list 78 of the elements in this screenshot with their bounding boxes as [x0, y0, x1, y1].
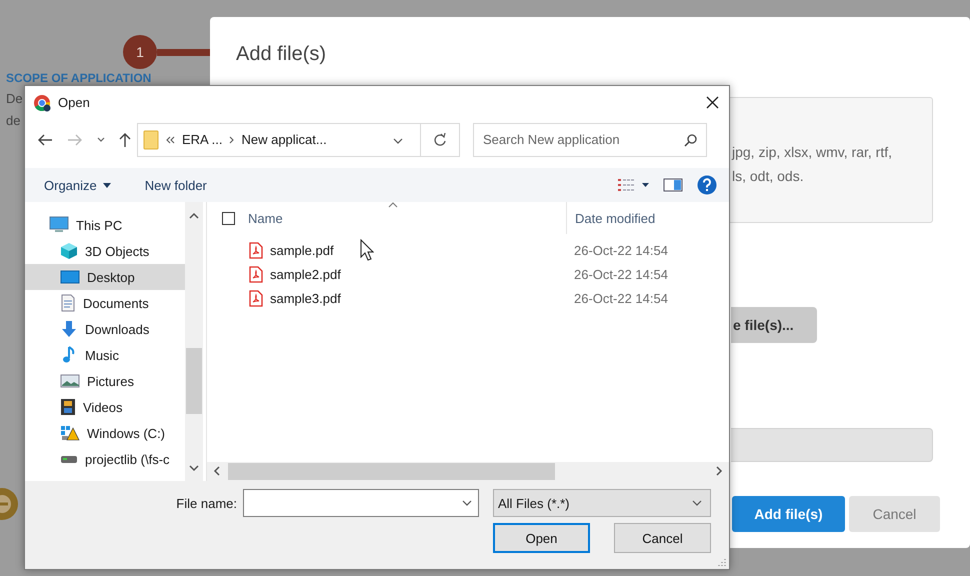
file-row[interactable]: sample2.pdf 26-Oct-22 14:54 [207, 262, 729, 286]
body-text: De [6, 91, 23, 107]
nav-item[interactable]: This PC [25, 212, 185, 238]
chevron-down-icon[interactable] [97, 137, 105, 142]
help-icon[interactable] [697, 175, 717, 195]
double-chevron-icon [166, 136, 175, 144]
body-text: de [6, 113, 20, 129]
file-row[interactable]: sample3.pdf 26-Oct-22 14:54 [207, 286, 729, 310]
file-type-dropdown[interactable]: All Files (*.*) [493, 489, 711, 517]
chevron-right-icon [229, 136, 234, 144]
file-row[interactable]: sample.pdf 26-Oct-22 14:54 [207, 238, 729, 262]
breadcrumb-item[interactable]: New applicat... [241, 132, 327, 147]
nav-item[interactable]: Documents [25, 290, 185, 316]
modal-title: Add file(s) [235, 42, 328, 67]
view-options-icon[interactable] [617, 178, 649, 192]
dropdown-chevron-icon [393, 138, 403, 144]
file-date: 26-Oct-22 14:54 [573, 290, 669, 306]
pdf-file-icon [249, 290, 263, 306]
column-header[interactable]: Date modified [575, 210, 656, 226]
step-badge: 1 [123, 35, 157, 69]
section-title: SCOPE OF APPLICATION [6, 71, 152, 85]
add-files-button[interactable]: Add file(s) [732, 496, 845, 532]
column-header[interactable]: Name [248, 210, 283, 226]
scrollbar[interactable] [207, 462, 729, 481]
nav-item[interactable]: 3D Objects [25, 238, 185, 264]
sort-caret-icon [388, 202, 398, 208]
file-date: 26-Oct-22 14:54 [573, 242, 669, 258]
file-name: sample3.pdf [270, 290, 341, 306]
breadcrumb-item[interactable]: ERA ... [182, 132, 222, 147]
resize-grip-icon[interactable] [718, 558, 727, 567]
refresh-icon[interactable] [433, 132, 447, 146]
network-drive-icon [60, 454, 78, 464]
pdf-file-icon [249, 266, 263, 282]
new-folder-button[interactable]: New folder [144, 178, 207, 192]
address-bar[interactable]: ERA ... New applicat... [137, 122, 460, 156]
nav-item[interactable]: Videos [25, 394, 185, 420]
desktop-icon [60, 269, 80, 285]
back-arrow-icon[interactable] [37, 134, 53, 146]
nav-item[interactable]: Music [25, 342, 185, 368]
field-label: File name: [175, 496, 237, 510]
nav-item[interactable]: projectlib (\fs-c [25, 446, 185, 472]
search-field[interactable]: Search New application [473, 122, 707, 156]
nav-item[interactable]: Pictures [25, 368, 185, 394]
window-title: Open [58, 95, 90, 110]
drive-warning-icon [60, 424, 80, 442]
document-icon [60, 294, 76, 312]
chevron-down-icon [692, 500, 702, 506]
folder-icon [143, 130, 159, 150]
file-types-text: ls, odt, ods. [732, 167, 804, 186]
file-date: 26-Oct-22 14:54 [573, 266, 669, 282]
nav-item[interactable]: Downloads [25, 316, 185, 342]
app-icon [33, 94, 51, 112]
cube-icon [60, 242, 78, 260]
organize-menu-button[interactable]: Organize [44, 178, 111, 192]
nav-item[interactable]: Desktop [25, 264, 185, 290]
file-types-text: jpg, zip, xlsx, wmv, rar, rtf, [732, 143, 892, 162]
mouse-cursor-icon [360, 239, 374, 261]
text-field[interactable] [731, 428, 933, 462]
file-name-field[interactable] [243, 489, 479, 517]
open-button[interactable]: Open [493, 523, 590, 553]
pdf-file-icon [249, 242, 263, 258]
preview-pane-icon[interactable] [663, 178, 683, 192]
browse-button[interactable]: e file(s)... [731, 307, 817, 343]
computer-icon [49, 216, 69, 234]
select-all-checkbox[interactable] [222, 212, 235, 224]
nav-item[interactable]: Windows (C:) [25, 420, 185, 446]
cancel-button[interactable]: Cancel [614, 523, 711, 553]
chevron-down-icon [462, 500, 472, 506]
landscape-icon [60, 373, 80, 389]
step-connector [157, 48, 210, 56]
downloads-icon [60, 320, 78, 338]
file-name: sample.pdf [270, 242, 334, 258]
up-arrow-icon[interactable] [119, 132, 131, 148]
scrollbar[interactable] [185, 202, 203, 481]
close-icon[interactable] [706, 96, 719, 109]
film-icon [60, 398, 76, 416]
search-icon [684, 134, 697, 146]
file-name: sample2.pdf [270, 266, 341, 282]
